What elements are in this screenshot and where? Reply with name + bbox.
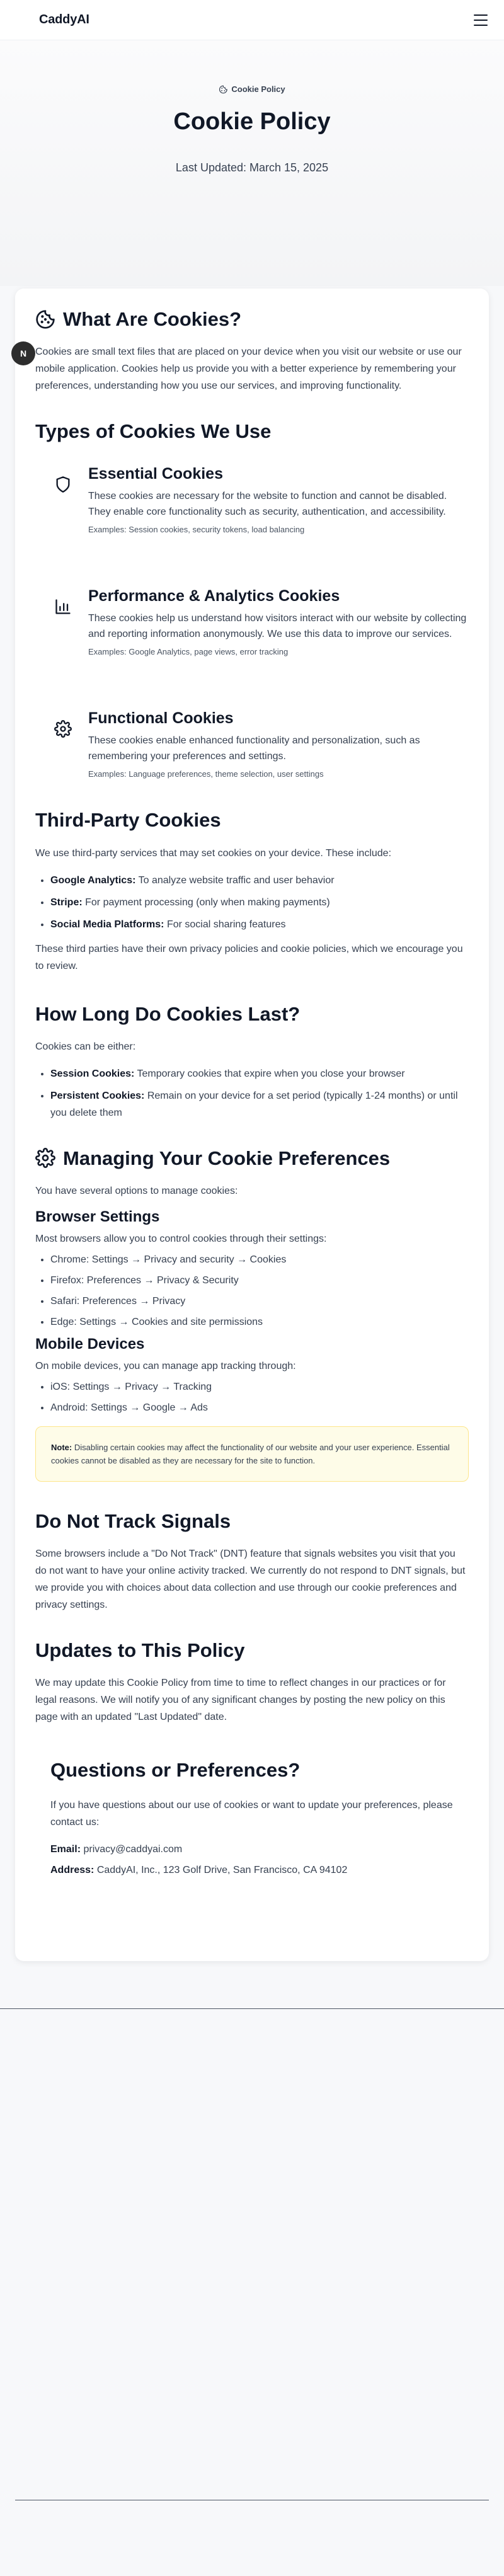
item-label: Social Media Platforms: [50,919,164,930]
section-body: We may update this Cookie Policy from ti… [35,1677,446,1722]
type-description: These cookies help us understand how vis… [88,613,467,640]
list-item: Persistent Cookies: Remain on your devic… [50,1087,469,1121]
shield-icon [56,476,70,493]
list-item: Edge: Settings → Cookies and site permis… [50,1314,469,1331]
contact-intro: If you have questions about our use of c… [50,1800,453,1828]
avatar[interactable]: N [11,341,35,365]
type-body: Performance & Analytics Cookies These co… [88,587,469,658]
subsection-intro: On mobile devices, you can manage app tr… [35,1360,296,1371]
email-label: Email: [50,1844,81,1855]
type-examples: Examples: Language preferences, theme se… [88,769,324,779]
policy-card: What Are Cookies? Cookies are small text… [15,289,489,1961]
list-item: Android: Settings → Google → Ads [50,1399,469,1416]
note-callout: Note: Disabling certain cookies may affe… [35,1426,469,1482]
type-body: Functional Cookies These cookies enable … [88,709,469,781]
section-intro: Cookies can be either: [35,1041,136,1052]
item-label: Stripe: [50,896,83,908]
section-heading: Do Not Track Signals [35,1509,231,1532]
type-description: These cookies are necessary for the webs… [88,491,447,518]
page-title: Cookie Policy [173,108,331,135]
types-section: Types of Cookies We Use Essential Cookie… [35,420,469,781]
browser-list: Chrome: Settings → Privacy and security … [35,1251,469,1331]
item-text: To analyze website traffic and user beha… [135,874,335,886]
section-heading: Questions or Preferences? [50,1758,301,1781]
hero: Cookie Policy Cookie Policy Last Updated… [0,40,504,286]
subsection-heading: Mobile Devices [35,1335,145,1353]
list-item: Safari: Preferences → Privacy [50,1293,469,1310]
email-link[interactable]: privacy@caddyai.com [83,1844,182,1855]
item-text: For payment processing (only when making… [82,896,330,908]
gear-icon [54,720,72,738]
type-title: Performance & Analytics Cookies [88,587,340,605]
contact-section: Questions or Preferences? If you have qu… [35,1758,469,1879]
list-item: Session Cookies: Temporary cookies that … [50,1065,469,1082]
type-description: These cookies enable enhanced functional… [88,735,420,762]
third-party-list: Google Analytics: To analyze website tra… [35,872,469,933]
section-heading: What Are Cookies? [63,308,242,330]
type-examples: Examples: Session cookies, security toke… [88,525,305,535]
footer-divider [0,2008,504,2009]
type-body: Essential Cookies These cookies are nece… [88,464,469,536]
type-title: Essential Cookies [88,465,223,483]
note-text: Disabling certain cookies may affect the… [51,1442,450,1465]
list-item: Chrome: Settings → Privacy and security … [50,1251,469,1268]
dnt-section: Do Not Track Signals Some browsers inclu… [35,1509,469,1613]
list-item: iOS: Settings → Privacy → Tracking [50,1378,469,1395]
list-item: Stripe: For payment processing (only whe… [50,894,469,911]
section-heading: Managing Your Cookie Preferences [63,1147,391,1169]
item-label: Session Cookies: [50,1068,135,1079]
item-label: Google Analytics: [50,874,136,886]
section-body: Cookies are small text files that are pl… [35,346,462,392]
menu-icon[interactable] [474,14,488,26]
cookie-icon [219,85,227,93]
menu-line [474,24,488,26]
section-intro: We use third-party services that may set… [35,847,392,859]
item-label: Persistent Cookies: [50,1090,145,1101]
section-heading: Third-Party Cookies [35,809,221,832]
cookie-icon [36,309,55,329]
gear-icon [35,1148,55,1169]
site-header: CaddyAI [0,0,504,40]
section-body: Some browsers include a "Do Not Track" (… [35,1548,466,1610]
subsection-intro: Most browsers allow you to control cooki… [35,1233,327,1244]
menu-line [474,19,488,21]
page-badge: Cookie Policy [219,84,285,94]
address-text: CaddyAI, Inc., 123 Golf Drive, San Franc… [96,1865,348,1876]
list-item: Social Media Platforms: For social shari… [50,916,469,933]
bar-chart-icon [55,599,71,615]
item-text: Temporary cookies that expire when you c… [134,1068,405,1079]
duration-list: Session Cookies: Temporary cookies that … [35,1065,469,1121]
managing-heading-row: Managing Your Cookie Preferences [35,1147,469,1170]
last-updated: Last Updated: March 15, 2025 [175,161,329,174]
menu-line [474,14,488,16]
badge-label: Cookie Policy [231,84,285,94]
duration-section: How Long Do Cookies Last? Cookies can be… [35,1002,469,1121]
section-heading: Types of Cookies We Use [35,420,272,443]
type-functional: Functional Cookies These cookies enable … [35,709,469,781]
contact-address-row: Address: CaddyAI, Inc., 123 Golf Drive, … [50,1862,469,1879]
logo[interactable]: CaddyAI [39,13,89,27]
type-examples: Examples: Google Analytics, page views, … [88,647,289,657]
address-label: Address: [50,1865,94,1876]
type-essential: Essential Cookies These cookies are nece… [35,464,469,536]
third-party-section: Third-Party Cookies We use third-party s… [35,808,469,974]
item-text: For social sharing features [164,919,286,930]
list-item: Google Analytics: To analyze website tra… [50,872,469,889]
mobile-list: iOS: Settings → Privacy → Tracking Andro… [35,1378,469,1416]
section-heading: Updates to This Policy [35,1639,245,1661]
what-are-cookies-section: What Are Cookies? Cookies are small text… [35,307,469,394]
contact-email-row: Email: privacy@caddyai.com [50,1841,469,1858]
section-heading: How Long Do Cookies Last? [35,1002,301,1025]
section-outro: These third parties have their own priva… [35,943,463,971]
what-are-cookies-heading-row: What Are Cookies? [35,307,469,331]
note-label: Note: [51,1442,72,1452]
type-performance: Performance & Analytics Cookies These co… [35,587,469,658]
type-title: Functional Cookies [88,709,234,728]
subsection-heading: Browser Settings [35,1208,160,1225]
section-intro: You have several options to manage cooki… [35,1185,238,1196]
list-item: Firefox: Preferences → Privacy & Securit… [50,1272,469,1289]
managing-section: Managing Your Cookie Preferences You hav… [35,1147,469,1482]
updates-section: Updates to This Policy We may update thi… [35,1639,469,1726]
